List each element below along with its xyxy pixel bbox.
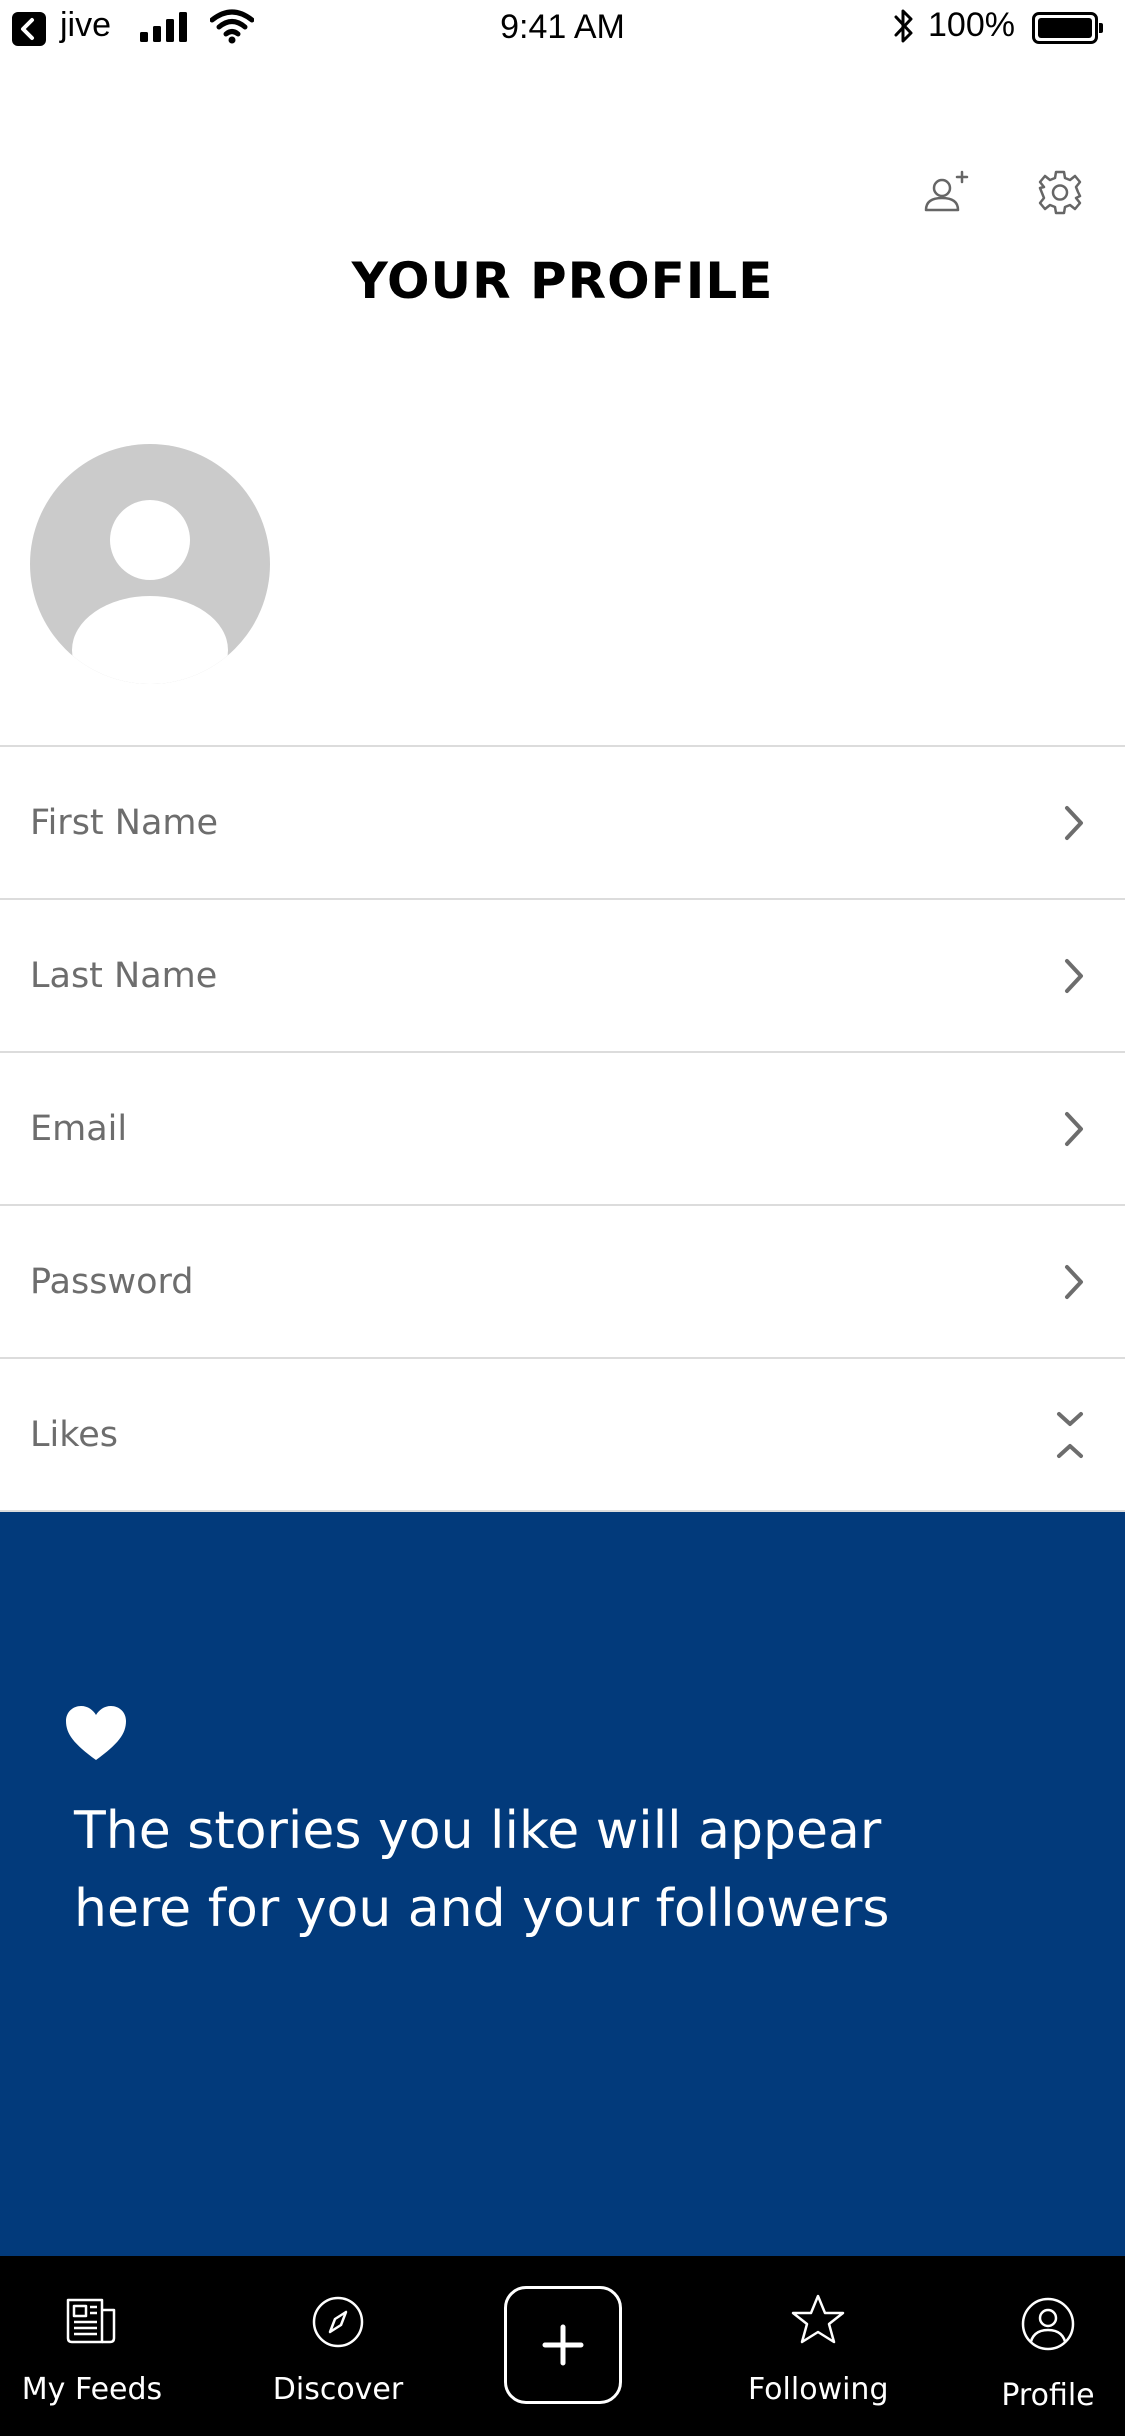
first-name-row[interactable]: First Name [0,747,1125,900]
collapse-chevron-icon[interactable] [1055,1410,1085,1460]
tab-following[interactable]: Following [748,2256,889,2436]
tab-profile[interactable]: Profile [990,2256,1106,2436]
likes-row[interactable]: Likes [0,1359,1125,1512]
tab-following-label: Following [748,2372,889,2407]
last-name-row[interactable]: Last Name [0,900,1125,1053]
tab-profile-label: Profile [1001,2378,1095,2413]
add-user-icon[interactable] [920,168,972,220]
password-row[interactable]: Password [0,1206,1125,1359]
tab-discover[interactable]: Discover [270,2256,406,2436]
likes-message-line-1: The stories you like will appear [74,1801,882,1861]
page-title: YOUR PROFILE [351,252,774,310]
bluetooth-icon [894,9,913,43]
chevron-right-icon [1065,958,1083,993]
email-label: Email [30,1108,128,1149]
first-name-label: First Name [30,802,219,843]
profile-field-list: First Name Last Name Email Password Like… [0,745,1125,1512]
likes-message-line-2: here for you and your followers [74,1879,890,1939]
compass-icon [312,2296,364,2348]
likes-label: Likes [30,1414,119,1455]
likes-empty-message: The stories you like will appear here fo… [74,1792,974,1948]
newspaper-icon [66,2298,116,2344]
battery-icon [1032,12,1103,44]
heart-icon [66,1706,126,1760]
email-row[interactable]: Email [0,1053,1125,1206]
tab-my-feeds-label: My Feeds [21,2372,163,2407]
chevron-right-icon [1065,1111,1083,1146]
tab-bar: My Feeds Discover Following Profile [0,2256,1125,2436]
default-avatar-icon[interactable] [30,444,270,684]
tab-my-feeds[interactable]: My Feeds [20,2256,164,2436]
person-icon [1021,2297,1075,2351]
likes-panel: The stories you like will appear here fo… [0,1512,1125,2256]
last-name-label: Last Name [30,955,218,996]
status-bar: jive 9:41 AM 100% [0,0,1125,60]
star-icon [791,2294,845,2344]
plus-icon [542,2324,584,2366]
tab-discover-label: Discover [272,2372,404,2407]
battery-percent: 100% [928,6,1015,44]
chevron-right-icon [1065,1264,1083,1299]
chevron-right-icon [1065,805,1083,840]
password-label: Password [30,1261,194,1302]
gear-icon[interactable] [1036,168,1084,216]
create-post-button[interactable] [504,2286,622,2404]
